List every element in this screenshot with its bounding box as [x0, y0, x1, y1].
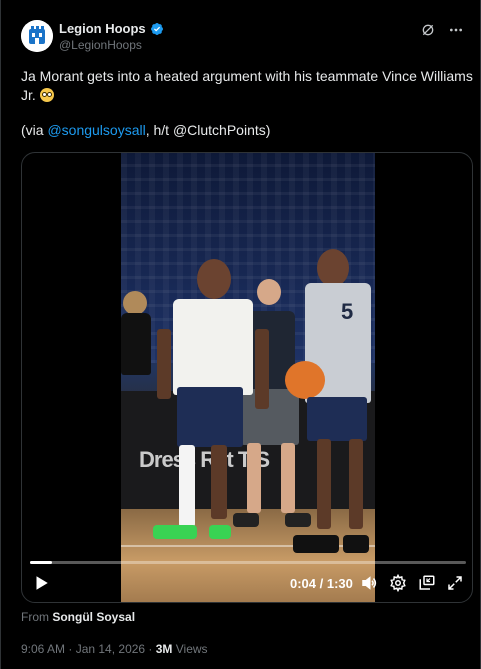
tweet-credit: (via @songulsoysall, h/t @ClutchPoints) — [21, 122, 270, 138]
mention-link[interactable]: @songulsoysall — [47, 122, 145, 138]
from-label: From — [21, 610, 49, 624]
grok-icon[interactable] — [420, 22, 436, 38]
more-options-icon[interactable] — [448, 22, 464, 38]
from-name[interactable]: Songül Soysal — [52, 610, 135, 624]
settings-gear-icon[interactable] — [389, 574, 407, 592]
verified-badge-icon — [150, 22, 163, 35]
views-label: Views — [172, 642, 208, 656]
jersey-number: 5 — [341, 299, 354, 324]
video-time: 0:04 / 1:30 — [290, 576, 353, 591]
video-source: From Songül Soysal — [21, 610, 135, 624]
tweet-body: Ja Morant gets into a heated argument wi… — [21, 68, 473, 103]
tweet-text: Ja Morant gets into a heated argument wi… — [21, 67, 473, 105]
via-suffix: , h/t @ClutchPoints) — [145, 122, 271, 138]
via-prefix: (via — [21, 122, 48, 138]
tweet-timestamp[interactable]: 9:06 AM · Jan 14, 2026 · — [21, 642, 156, 656]
fullscreen-icon[interactable] — [446, 574, 464, 592]
video-frame[interactable]: Dress Ret T S 5 — [121, 153, 375, 602]
author-display-name[interactable]: Legion Hoops — [59, 21, 146, 36]
volume-icon[interactable] — [360, 574, 378, 592]
play-icon[interactable] — [32, 574, 50, 592]
tweet-detail: Legion Hoops @LegionHoops Ja Morant gets — [0, 0, 481, 669]
author-avatar[interactable] — [21, 20, 53, 52]
tweet-header: Legion Hoops @LegionHoops — [21, 18, 464, 58]
picture-in-picture-icon[interactable] — [418, 574, 436, 592]
flushed-face-emoji-icon — [39, 88, 54, 102]
views-count: 3M — [155, 642, 173, 656]
video-player[interactable]: Dress Ret T S 5 0:04 / 1:30 — [21, 152, 473, 603]
video-progress-bar[interactable] — [30, 561, 466, 564]
tweet-meta: 9:06 AM · Jan 14, 2026 · 3M Views — [21, 642, 208, 656]
legion-hoops-logo-icon — [21, 20, 53, 52]
video-progress-fill — [30, 561, 52, 564]
author-handle[interactable]: @LegionHoops — [59, 38, 142, 52]
